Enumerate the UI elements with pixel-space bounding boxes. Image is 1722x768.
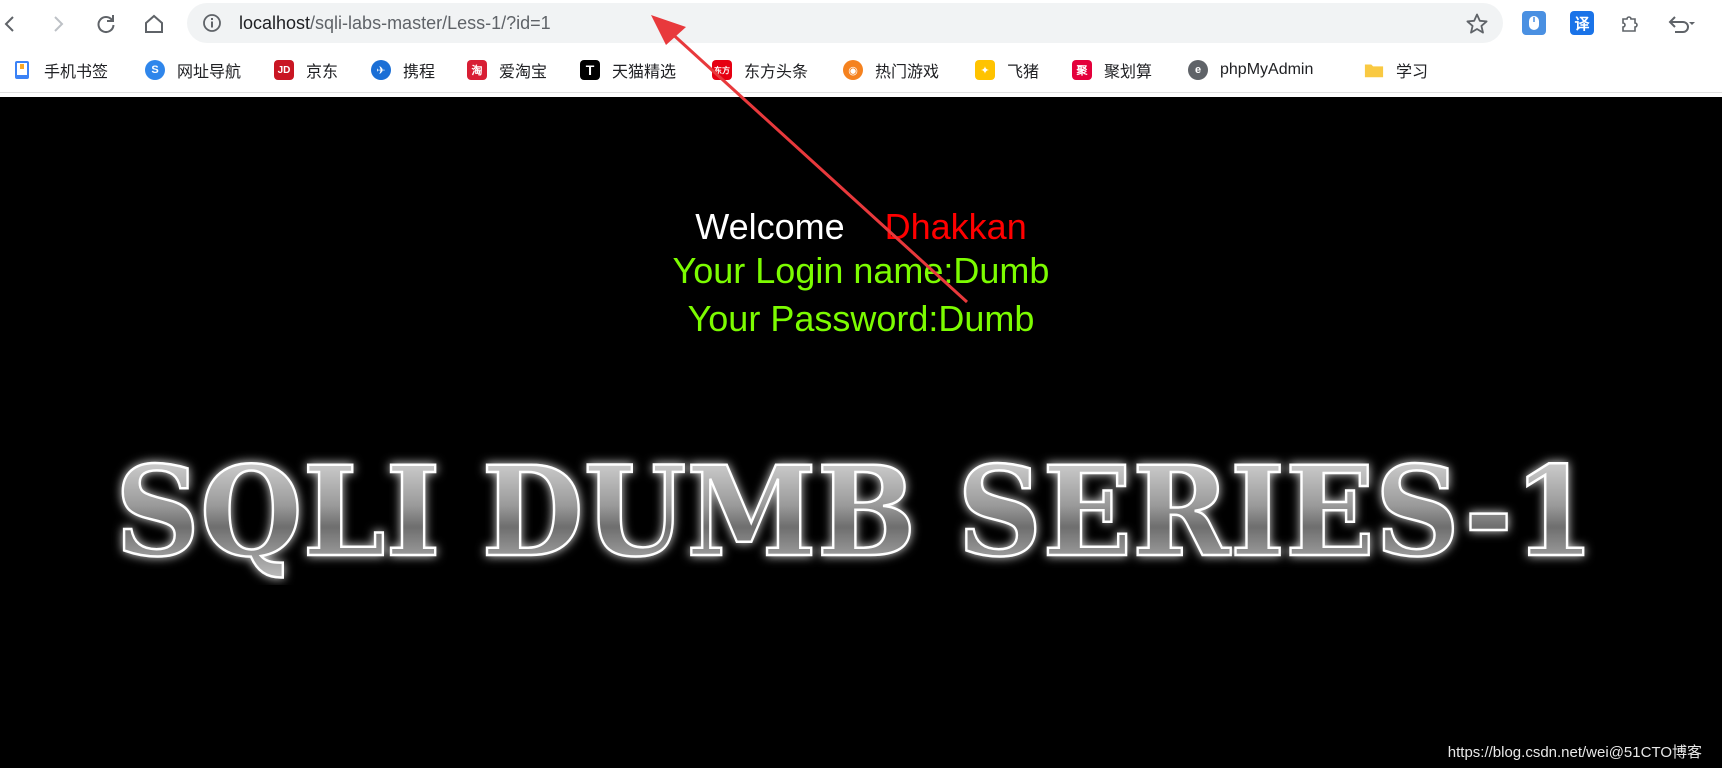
bookmark-item[interactable]: 学习 [1364, 58, 1428, 82]
translate-icon[interactable]: 译 [1570, 11, 1594, 35]
password-text: Your Password:Dumb [687, 298, 1035, 339]
address-bar[interactable]: localhost/sqli-labs-master/Less-1/?id=1 [187, 3, 1503, 43]
bookmark-item[interactable]: JD 京东 [274, 58, 338, 82]
game-icon: ◉ [843, 60, 863, 80]
taobao-icon: 淘 [467, 60, 487, 80]
bookmark-item[interactable]: ✦ 飞猪 [975, 58, 1039, 82]
url-host: localhost [239, 13, 311, 33]
bookmark-label: 京东 [306, 64, 339, 81]
forward-button[interactable] [42, 8, 74, 40]
mouse-extension-icon[interactable] [1522, 11, 1546, 35]
bookmarks-bar: 手机书签 S 网址导航 JD 京东 ✈ 携程 淘 爱淘宝 T 天猫精选 东方 东… [0, 48, 1722, 93]
sqli-banner-image: SQLI DUMB SERIES-1 [114, 439, 1597, 585]
bookmark-item[interactable]: 淘 爱淘宝 [467, 58, 547, 82]
bookmark-label: phpMyAdmin [1220, 61, 1314, 78]
fliggy-icon: ✦ [975, 60, 995, 80]
bookmark-label: 天猫精选 [612, 64, 677, 81]
bookmark-item[interactable]: T 天猫精选 [580, 58, 676, 82]
bookmark-label: 爱淘宝 [499, 64, 548, 81]
bookmark-label: 东方头条 [744, 64, 809, 81]
home-button[interactable] [138, 8, 170, 40]
welcome-text: Welcome [695, 206, 845, 247]
folder-icon [1364, 60, 1384, 80]
phpmyadmin-icon: e [1188, 60, 1208, 80]
reload-button[interactable] [90, 8, 122, 40]
bookmark-label: 飞猪 [1007, 64, 1040, 81]
browser-toolbar: localhost/sqli-labs-master/Less-1/?id=1 … [0, 0, 1722, 48]
back-button[interactable] [0, 8, 26, 40]
bookmark-item[interactable]: ✈ 携程 [371, 58, 435, 82]
undo-icon [1668, 16, 1695, 33]
bookmark-label: 手机书签 [44, 64, 109, 81]
juhuasuan-icon: 聚 [1072, 60, 1092, 80]
tmall-icon: T [580, 60, 600, 80]
url-path: /sqli-labs-master/Less-1/?id=1 [310, 13, 551, 33]
puzzle-icon[interactable] [1618, 11, 1642, 35]
undo-button[interactable] [1664, 8, 1696, 40]
mobile-bookmark-icon [12, 60, 32, 80]
forward-arrow-icon [54, 16, 64, 32]
bookmark-item[interactable]: ◉ 热门游戏 [843, 58, 939, 82]
info-icon[interactable] [202, 13, 222, 33]
banner-text: SQLI DUMB SERIES-1 [115, 440, 1595, 585]
bookmark-label: 携程 [403, 64, 436, 81]
watermark-text: https://blog.csdn.net/wei@51CTO博客 [1447, 744, 1702, 761]
bookmark-item[interactable]: S 网址导航 [145, 58, 241, 82]
nav-icon: S [145, 60, 165, 80]
login-name-text: Your Login name:Dumb [672, 250, 1050, 291]
dftt-icon: 东方 [712, 60, 732, 80]
ctrip-icon: ✈ [371, 60, 391, 80]
url-text[interactable]: localhost/sqli-labs-master/Less-1/?id=1 [239, 12, 551, 34]
bookmark-label: 网址导航 [177, 64, 242, 81]
bookmark-label: 聚划算 [1104, 64, 1153, 81]
bookmark-star-icon[interactable] [1465, 12, 1489, 36]
reload-icon [97, 15, 115, 34]
welcome-line: Welcome Dhakkan [0, 205, 1722, 249]
jd-icon: JD [274, 60, 294, 80]
user-name-text: Dhakkan [884, 206, 1027, 247]
page-content: Welcome Dhakkan Your Login name:Dumb Your… [0, 97, 1722, 768]
bookmark-item[interactable]: 手机书签 [12, 58, 108, 82]
home-icon [145, 14, 163, 33]
bookmark-label: 热门游戏 [875, 64, 940, 81]
bookmark-item[interactable]: 东方 东方头条 [712, 58, 808, 82]
bookmark-item[interactable]: 聚 聚划算 [1072, 58, 1152, 82]
bookmark-label: 学习 [1396, 64, 1429, 81]
translate-label: 译 [1574, 15, 1590, 33]
bookmark-item[interactable]: e phpMyAdmin [1188, 58, 1313, 82]
back-arrow-icon [4, 16, 14, 32]
